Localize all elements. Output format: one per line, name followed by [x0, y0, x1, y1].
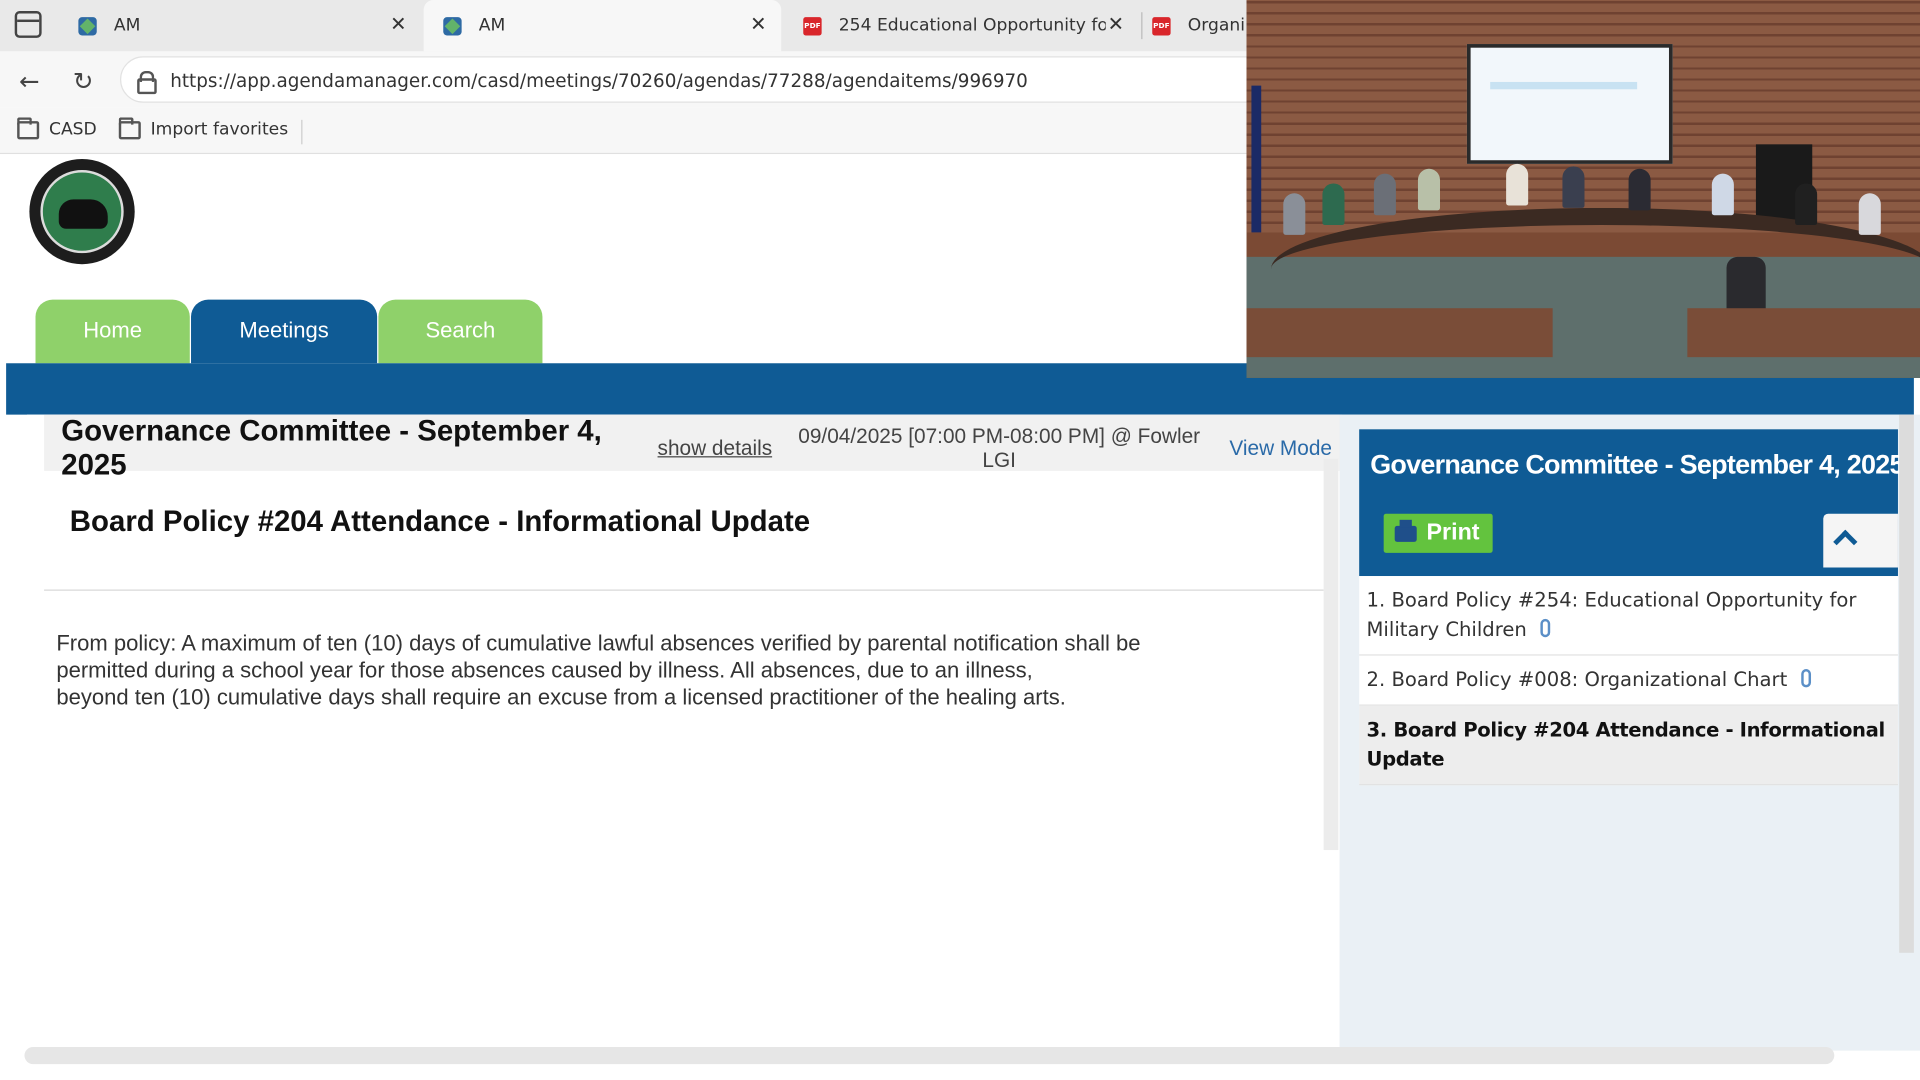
front-desk [1246, 308, 1553, 358]
flag [1251, 85, 1262, 233]
person [1506, 163, 1529, 206]
agenda-title: Governance Committee - September 4, 2025 [1370, 448, 1904, 480]
agenda-header: Governance Committee - September 4, 2025… [1359, 429, 1904, 577]
agenda-list: 1. Board Policy #254: Educational Opport… [1359, 576, 1898, 786]
close-tab-icon[interactable]: ✕ [750, 14, 766, 35]
person [1795, 183, 1818, 226]
tab-title: Organi [1187, 15, 1246, 36]
view-mode-link[interactable]: View Mode [1229, 437, 1332, 461]
projection-screen [1466, 44, 1673, 164]
agendamanager-favicon-icon [443, 16, 462, 35]
close-tab-icon[interactable]: ✕ [390, 14, 406, 35]
nav-tab-meetings[interactable]: Meetings [191, 299, 378, 364]
meeting-header: Governance Committee - September 4, 2025… [44, 414, 1343, 482]
person [1711, 173, 1734, 216]
divider [44, 589, 1324, 591]
browser-tab-2[interactable]: AM ✕ [423, 0, 782, 52]
meeting-title: Governance Committee - September 4, 2025 [61, 414, 602, 482]
item-number: 2. [1366, 667, 1386, 692]
address-bar[interactable]: https://app.agendamanager.com/casd/meeti… [120, 56, 1272, 103]
vertical-scrollbar[interactable] [1323, 458, 1339, 851]
print-label: Print [1426, 519, 1480, 546]
agenda-item-title: Board Policy #204 Attendance - Informati… [69, 505, 811, 539]
logo-emblem [40, 170, 124, 254]
paperclip-icon[interactable] [1800, 669, 1811, 688]
item-label: Board Policy #204 Attendance - Informati… [1366, 717, 1886, 771]
meeting-video-feed [1246, 0, 1920, 378]
item-label: Board Policy #008: Organizational Chart [1391, 667, 1788, 692]
import-favorites[interactable]: Import favorites [118, 116, 289, 140]
person [1562, 166, 1585, 208]
item-label: Board Policy #254: Educational Opportuni… [1366, 588, 1857, 641]
show-details-link[interactable]: show details [658, 437, 773, 461]
close-tab-icon[interactable]: ✕ [1108, 14, 1124, 35]
item-number: 3. [1366, 717, 1388, 742]
body-line: From policy: A maximum of ten (10) days … [56, 631, 1141, 656]
url-text[interactable]: https://app.agendamanager.com/casd/meeti… [170, 70, 1028, 92]
body-line: permitted during a school year for those… [56, 658, 1033, 683]
agenda-sidebar: Governance Committee - September 4, 2025… [1339, 414, 1920, 1051]
person [1322, 183, 1345, 226]
person [1373, 173, 1396, 216]
person [1417, 168, 1441, 211]
collapse-button[interactable] [1823, 513, 1898, 568]
horizontal-scrollbar[interactable] [24, 1046, 1835, 1065]
import-icon [118, 116, 141, 139]
browser-tab-1[interactable]: AM ✕ [59, 0, 421, 51]
person [1628, 168, 1651, 211]
person [1858, 193, 1881, 235]
screen-content [1490, 81, 1638, 90]
paperclip-icon[interactable] [1540, 618, 1551, 638]
print-button[interactable]: Print [1383, 513, 1493, 553]
district-logo[interactable] [29, 159, 135, 265]
screen: AM ✕ AM ✕ PDF 254 Educational Opportunit… [0, 0, 1920, 1080]
browser-tab-3[interactable]: PDF 254 Educational Opportunity for I ✕ [784, 0, 1139, 51]
favorites-separator [301, 119, 303, 145]
favorite-label: CASD [48, 119, 97, 140]
tab-title: AM [113, 15, 141, 36]
meeting-datetime-line2: LGI [982, 448, 1016, 473]
lock-icon[interactable] [136, 70, 157, 95]
printer-icon [1394, 519, 1417, 542]
tab-title: 254 Educational Opportunity for I [838, 15, 1106, 36]
agenda-item-pane: Governance Committee - September 4, 2025… [26, 414, 1343, 1051]
folder-icon [17, 116, 40, 139]
agendamanager-favicon-icon [78, 16, 97, 35]
browser-toolbar: ← ↻ https://app.agendamanager.com/casd/m… [0, 51, 1272, 108]
favorite-label: Import favorites [150, 119, 289, 140]
vertical-scrollbar[interactable] [1899, 414, 1914, 953]
pdf-icon: PDF [1152, 16, 1171, 35]
agenda-item-body: From policy: A maximum of ten (10) days … [56, 630, 1268, 711]
nav-tab-home[interactable]: Home [35, 299, 190, 364]
favorites-bar: CASD Import favorites [0, 107, 1247, 155]
person [1283, 193, 1306, 235]
agenda-list-item-2[interactable]: 2. Board Policy #008: Organizational Cha… [1359, 656, 1898, 706]
meeting-datetime: 09/04/2025 [07:00 PM-08:00 PM] @ Fowler … [791, 424, 1207, 473]
item-number: 1. [1366, 588, 1386, 612]
tab-actions-icon[interactable] [14, 11, 42, 38]
agenda-list-item-1[interactable]: 1. Board Policy #254: Educational Opport… [1359, 576, 1898, 656]
meeting-datetime-line1: 09/04/2025 [07:00 PM-08:00 PM] @ Fowler [798, 424, 1201, 448]
bison-icon [58, 199, 108, 229]
tab-title: AM [478, 15, 506, 36]
front-desk [1687, 308, 1920, 358]
back-arrow-icon[interactable]: ← [15, 66, 44, 95]
chevron-up-icon [1833, 529, 1858, 554]
agenda-list-item-3[interactable]: 3. Board Policy #204 Attendance - Inform… [1359, 705, 1898, 786]
pdf-icon: PDF [803, 16, 822, 35]
browser-tab-4[interactable]: PDF Organi [1142, 0, 1246, 51]
body-line: beyond ten (10) cumulative days shall re… [56, 684, 1066, 710]
favorite-casd[interactable]: CASD [17, 116, 97, 140]
nav-tab-search[interactable]: Search [378, 299, 543, 364]
reload-icon[interactable]: ↻ [69, 66, 98, 95]
